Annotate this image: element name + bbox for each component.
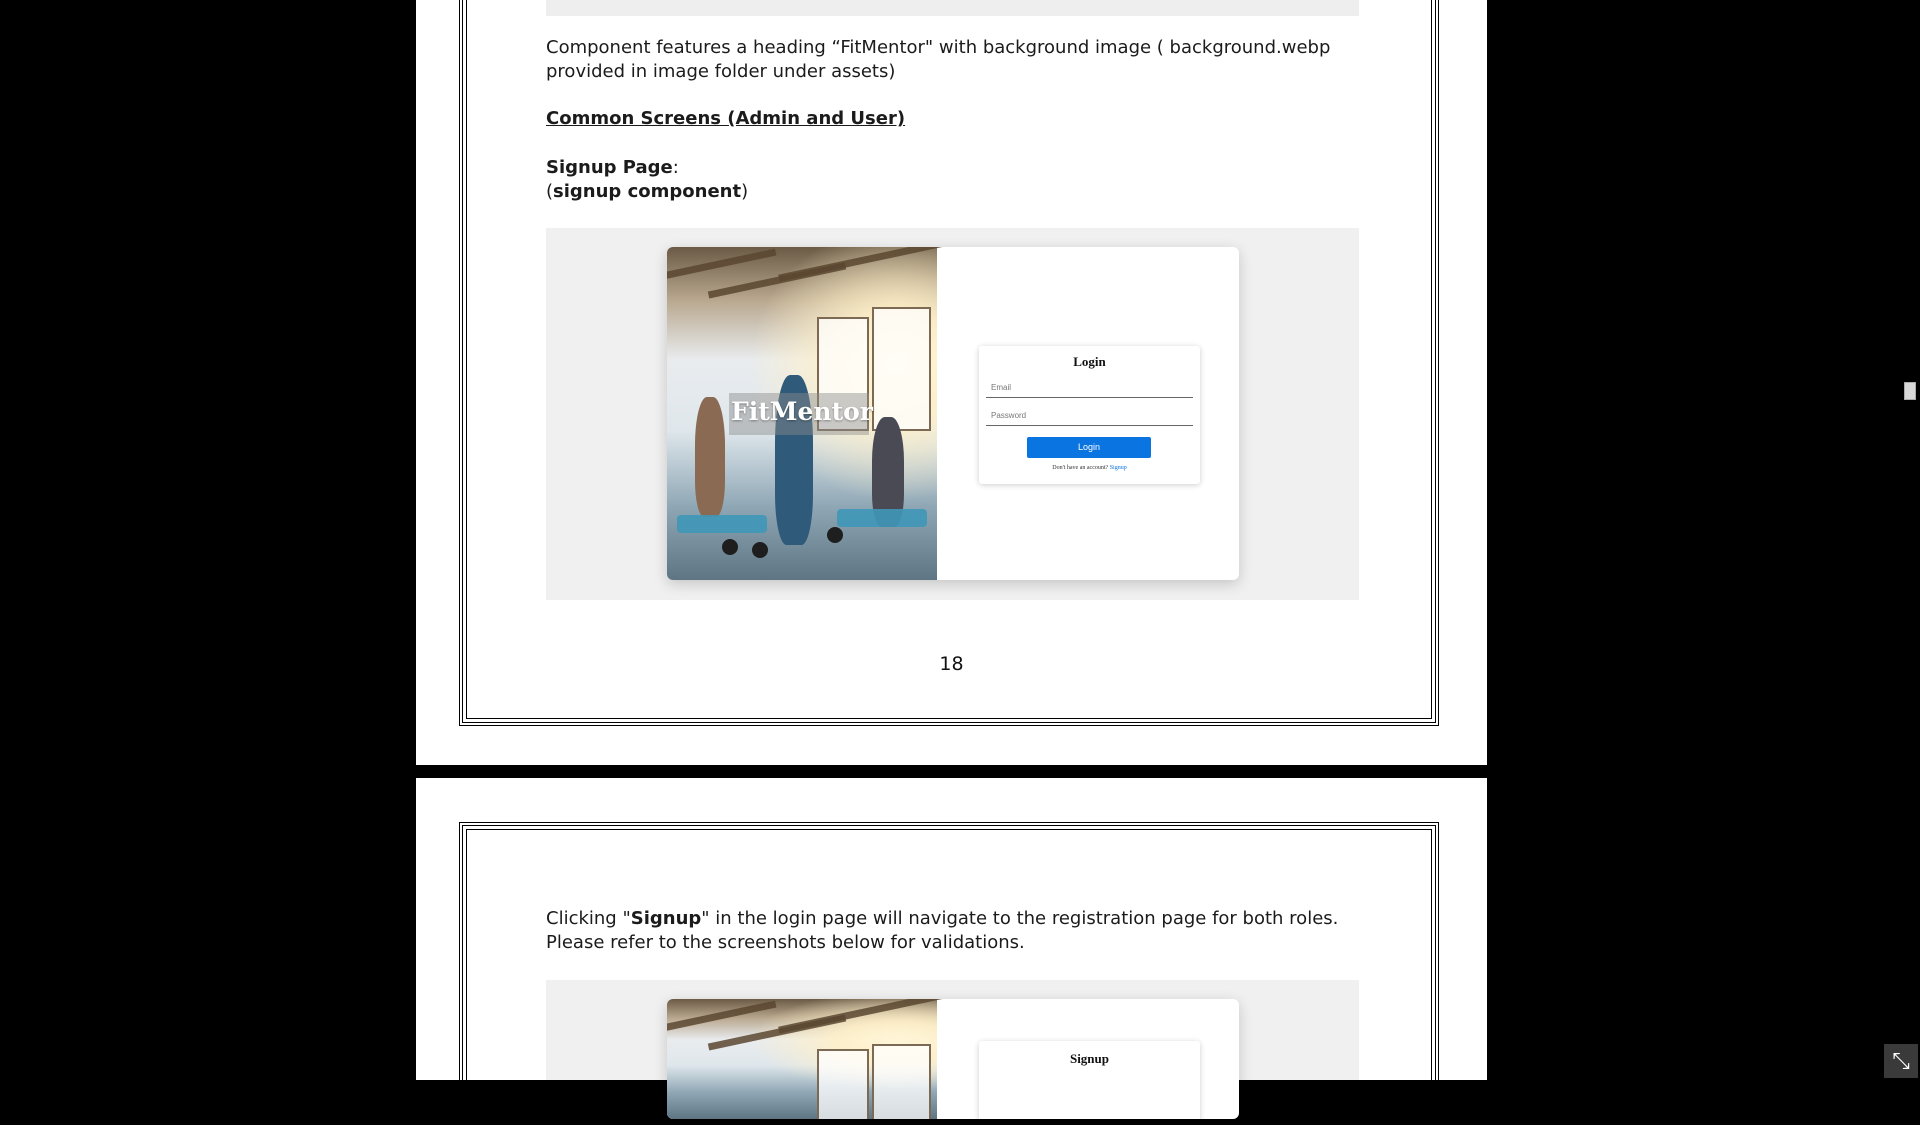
no-account-line: Don't have an account? Signup xyxy=(979,465,1200,471)
signup-title: Signup xyxy=(1069,1051,1110,1066)
login-screenshot: FitMentor Login Email Password Login Don… xyxy=(546,228,1359,600)
login-form: Login Email Password Login Don't have an… xyxy=(979,346,1200,484)
gym-background-image xyxy=(667,999,946,1119)
paragraph-prefix: Clicking " xyxy=(546,908,631,929)
signup-link: Signup xyxy=(1109,465,1127,471)
gym-background-image: FitMentor xyxy=(667,247,946,580)
signup-page-label-colon: : xyxy=(672,157,679,178)
signup-page-label: Signup Page: xyxy=(546,156,679,180)
ceiling-beam xyxy=(667,1000,777,1033)
previous-screenshot-bottom xyxy=(546,0,1359,16)
exit-fullscreen-icon[interactable]: ⤡ xyxy=(1884,1044,1918,1078)
signup-page-label-bold: Signup Page xyxy=(546,157,673,178)
page-number: 18 xyxy=(939,653,964,675)
yoga-mat xyxy=(677,515,767,533)
yoga-mat xyxy=(837,509,927,527)
login-title: Login xyxy=(1073,354,1106,369)
paragraph-bold-signup: Signup xyxy=(630,908,702,929)
password-field: Password xyxy=(986,411,1193,426)
section-heading: Common Screens (Admin and User) xyxy=(546,108,906,129)
component-open-paren: ( xyxy=(546,181,554,202)
dumbbell xyxy=(752,542,768,558)
document-page-18: Component features a heading “FitMentor"… xyxy=(416,0,1487,765)
ceiling-beam xyxy=(778,999,946,1034)
email-field: Email xyxy=(986,383,1193,398)
component-close-paren: ) xyxy=(741,181,749,202)
ceiling-beam xyxy=(778,247,946,282)
signup-screenshot: Signup xyxy=(546,980,1359,1119)
signup-card: Signup xyxy=(667,999,1239,1119)
signup-form: Signup xyxy=(979,1041,1200,1119)
window xyxy=(817,1049,869,1119)
login-button: Login xyxy=(1027,437,1151,458)
intro-paragraph: Component features a heading “FitMentor"… xyxy=(546,37,1331,82)
window xyxy=(872,1044,931,1119)
login-card: FitMentor Login Email Password Login Don… xyxy=(667,247,1239,580)
dumbbell xyxy=(722,539,738,555)
component-name-label: (signup component) xyxy=(546,180,748,204)
ceiling-beam xyxy=(667,248,777,281)
kettlebell xyxy=(827,527,843,543)
signup-navigation-paragraph: Clicking "Signup" in the login page will… xyxy=(546,907,1366,955)
fitmentor-heading: FitMentor xyxy=(731,397,873,426)
scrollbar-thumb[interactable] xyxy=(1904,382,1916,400)
component-name: signup component xyxy=(553,181,742,202)
document-page-19: Clicking "Signup" in the login page will… xyxy=(416,778,1487,1125)
no-account-text: Don't have an account? xyxy=(1052,465,1109,471)
